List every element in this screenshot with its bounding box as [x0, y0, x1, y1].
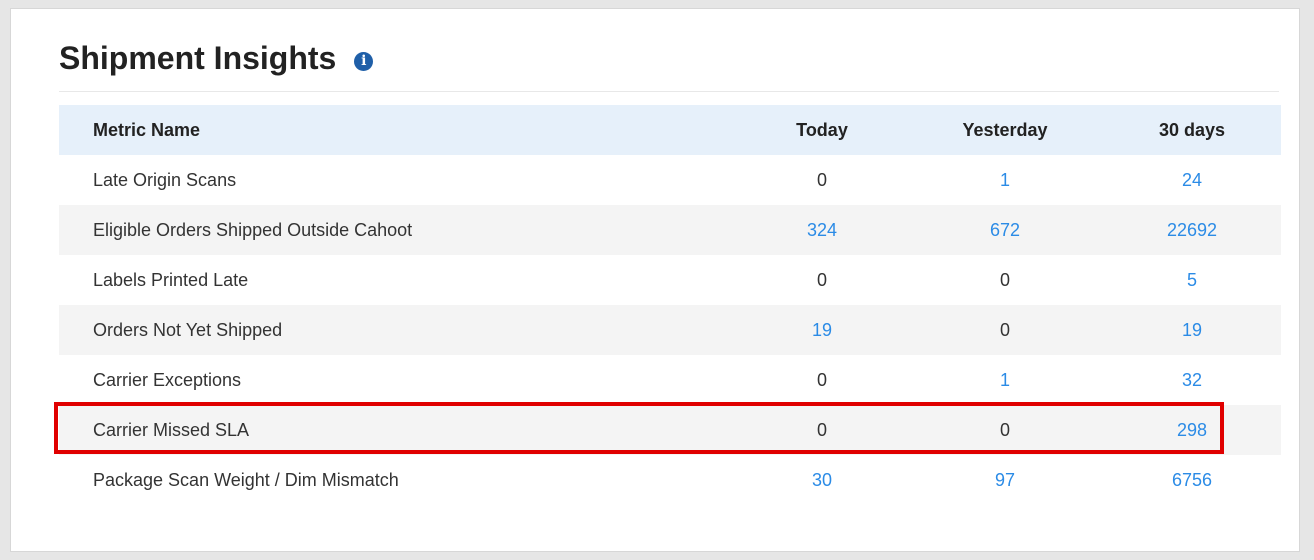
yesterday-value: 0 — [999, 319, 1010, 340]
metric-name: Carrier Missed SLA — [93, 419, 250, 440]
yesterday-link[interactable]: 1 — [907, 170, 1103, 191]
30-days-link[interactable]: 5 — [1103, 270, 1281, 291]
shipment-insights-panel: Shipment Insights i Metric Name Today Ye… — [10, 8, 1300, 552]
screenshot-frame: Shipment Insights i Metric Name Today Ye… — [0, 0, 1314, 560]
table-row-orders-not-yet-shipped: Orders Not Yet Shipped 19 0 19 — [59, 305, 1281, 355]
today-value: 0 — [816, 169, 827, 190]
metric-name: Labels Printed Late — [93, 269, 249, 290]
30-days-link[interactable]: 32 — [1103, 370, 1281, 391]
today-link[interactable]: 30 — [737, 470, 907, 491]
today-value: 0 — [816, 369, 827, 390]
table-row-carrier-missed-sla: Carrier Missed SLA 0 0 298 — [59, 405, 1281, 455]
panel-title: Shipment Insights — [59, 40, 337, 76]
today-value: 0 — [816, 269, 827, 290]
table-row-carrier-exceptions: Carrier Exceptions 0 1 32 — [59, 355, 1281, 405]
table-row-package-scan-weight-dim-mismatch: Package Scan Weight / Dim Mismatch 30 97… — [59, 455, 1281, 505]
30-days-link[interactable]: 6756 — [1103, 470, 1281, 491]
column-header-today: Today — [796, 119, 848, 140]
metric-name: Eligible Orders Shipped Outside Cahoot — [93, 219, 413, 240]
metric-name: Late Origin Scans — [93, 169, 237, 190]
table-header-row: Metric Name Today Yesterday 30 days — [59, 105, 1281, 155]
table-row-late-origin-scans: Late Origin Scans 0 1 24 — [59, 155, 1281, 205]
metric-name: Orders Not Yet Shipped — [93, 319, 283, 340]
yesterday-value: 0 — [999, 269, 1010, 290]
table-row-labels-printed-late: Labels Printed Late 0 0 5 — [59, 255, 1281, 305]
column-header-30-days: 30 days — [1158, 119, 1226, 140]
metric-name: Carrier Exceptions — [93, 369, 242, 390]
yesterday-value: 0 — [999, 419, 1010, 440]
30-days-link[interactable]: 19 — [1103, 320, 1281, 341]
today-link[interactable]: 19 — [737, 320, 907, 341]
30-days-link[interactable]: 298 — [1103, 420, 1281, 441]
panel-header: Shipment Insights i — [59, 40, 1279, 92]
30-days-link[interactable]: 22692 — [1103, 220, 1281, 241]
info-icon[interactable]: i — [354, 51, 374, 71]
yesterday-link[interactable]: 672 — [907, 220, 1103, 241]
30-days-link[interactable]: 24 — [1103, 170, 1281, 191]
yesterday-link[interactable]: 1 — [907, 370, 1103, 391]
column-header-yesterday: Yesterday — [962, 119, 1048, 140]
column-header-metric-name: Metric Name — [93, 119, 201, 140]
metric-name: Package Scan Weight / Dim Mismatch — [93, 469, 399, 490]
yesterday-link[interactable]: 97 — [907, 470, 1103, 491]
today-value: 0 — [816, 419, 827, 440]
table-row-eligible-orders-shipped-outside-cahoot: Eligible Orders Shipped Outside Cahoot 3… — [59, 205, 1281, 255]
today-link[interactable]: 324 — [737, 220, 907, 241]
shipment-metrics-table: Metric Name Today Yesterday 30 days Late… — [59, 105, 1281, 505]
